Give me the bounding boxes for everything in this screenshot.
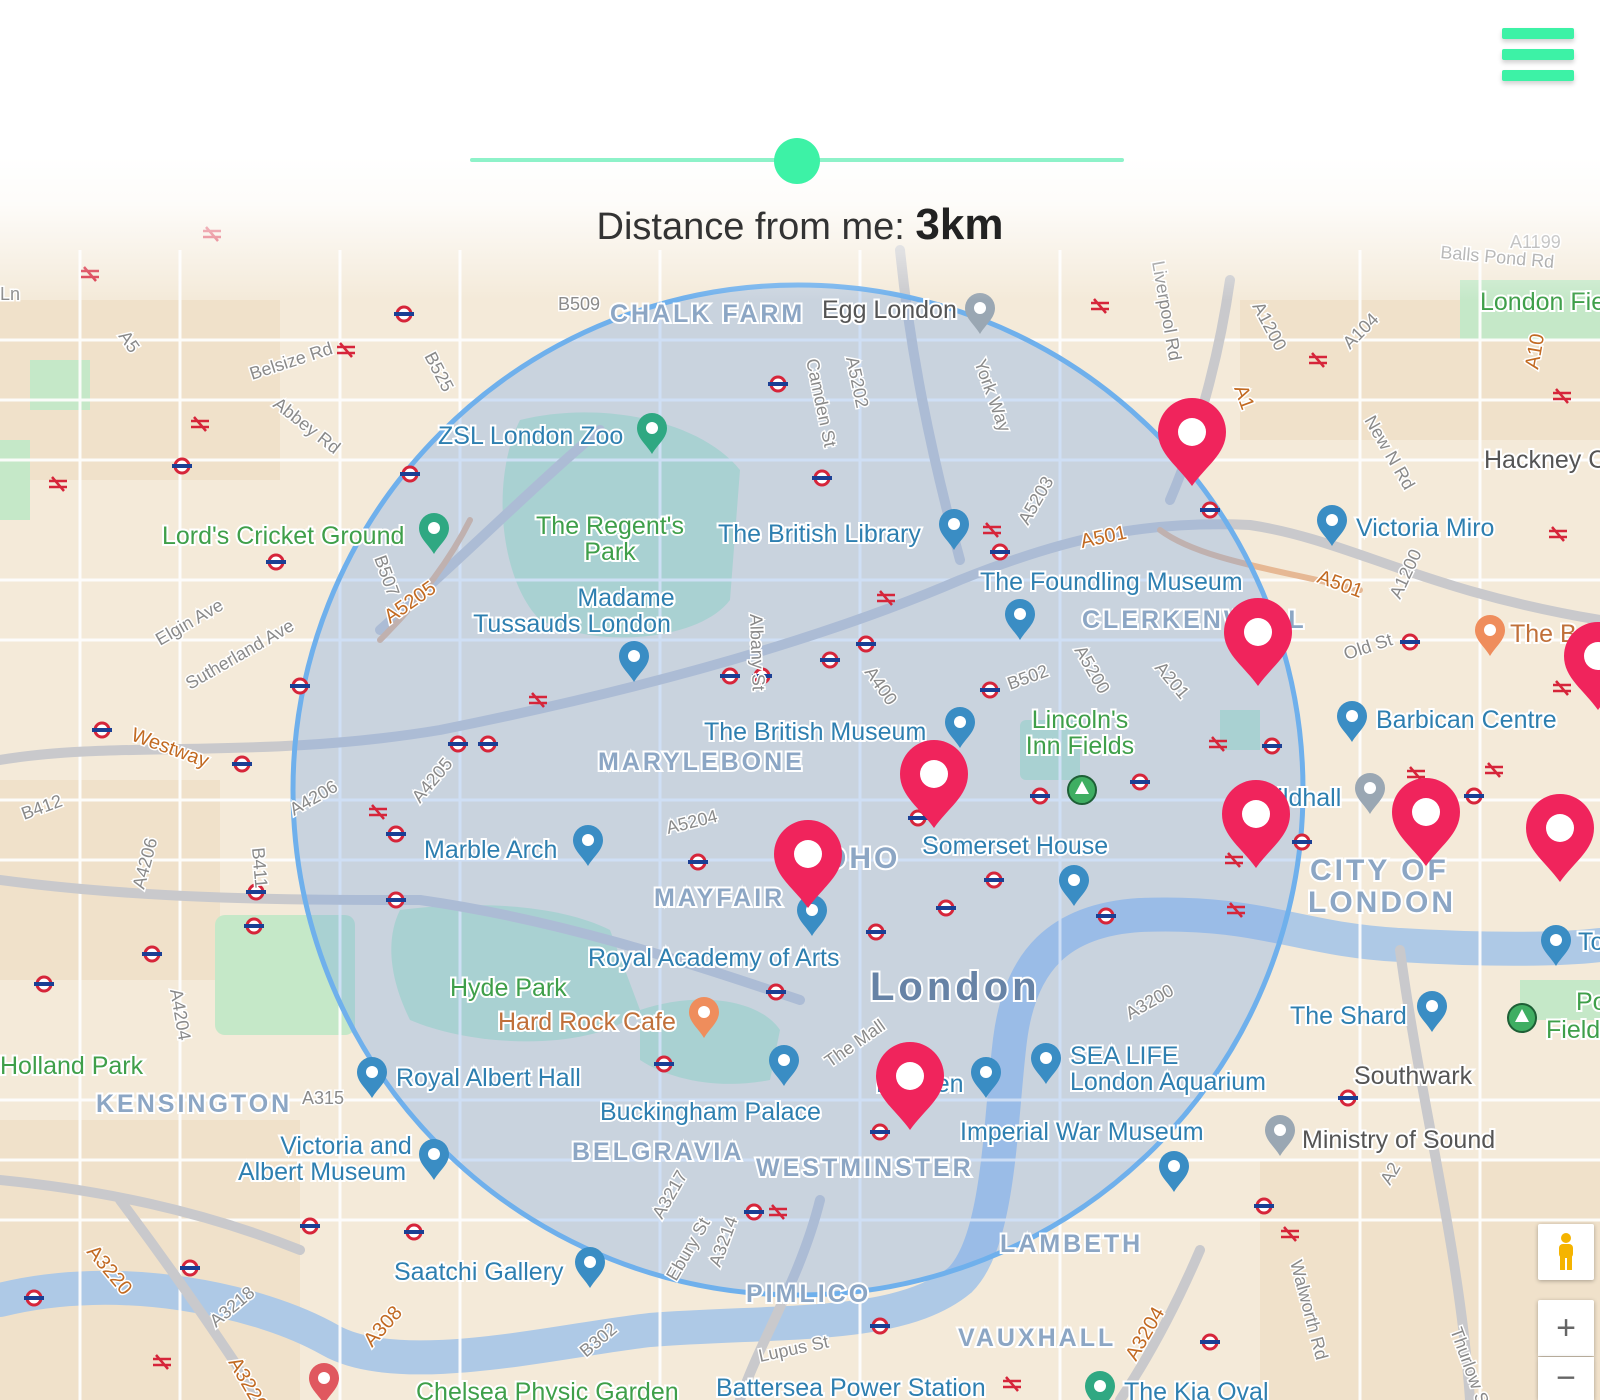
- place-label[interactable]: Royal Albert Hall: [394, 1062, 583, 1094]
- place-label[interactable]: Battersea Power Station: [714, 1372, 988, 1400]
- place-label[interactable]: Victoria Miro: [1354, 512, 1496, 544]
- place-label[interactable]: Lord's Cricket Ground: [160, 520, 406, 552]
- place-label[interactable]: Imperial War Museum: [958, 1116, 1206, 1148]
- place-label[interactable]: To: [1576, 926, 1600, 958]
- distance-readout: Distance from me: 3km: [0, 200, 1600, 250]
- minus-icon: −: [1556, 1359, 1576, 1397]
- road-label: Albany St: [746, 613, 769, 691]
- plus-icon: +: [1556, 1308, 1576, 1347]
- distance-label: Distance from me:: [596, 206, 905, 248]
- place-label[interactable]: The Foundling Museum: [978, 566, 1245, 598]
- place-label[interactable]: The Kia Oval: [1122, 1376, 1271, 1400]
- place-label[interactable]: Ministry of Sound: [1300, 1124, 1497, 1156]
- pegman-icon: [1559, 1233, 1573, 1270]
- menu-bar-icon: [1502, 70, 1574, 81]
- street-view-pegman-button[interactable]: [1538, 1224, 1594, 1280]
- place-label[interactable]: The Shard: [1288, 1000, 1409, 1032]
- district-label: CHALK FARM: [610, 300, 805, 328]
- district-label: WESTMINSTER: [756, 1154, 974, 1182]
- place-label[interactable]: Tussauds London: [471, 608, 673, 640]
- city-label: London: [870, 965, 1041, 1009]
- place-label[interactable]: SEA LIFE: [1068, 1040, 1180, 1072]
- place-label[interactable]: Hard Rock Cafe: [496, 1006, 678, 1038]
- menu-bar-icon: [1502, 49, 1574, 60]
- place-label[interactable]: Park: [582, 536, 638, 568]
- place-label[interactable]: Saatchi Gallery: [392, 1256, 566, 1288]
- park-marker-icon[interactable]: [1067, 775, 1097, 805]
- district-label: KENSINGTON: [96, 1090, 292, 1118]
- menu-button[interactable]: [1502, 28, 1574, 82]
- place-label[interactable]: Egg London: [820, 294, 959, 326]
- distance-slider[interactable]: [470, 136, 1124, 184]
- stadium-icon[interactable]: [1085, 1371, 1115, 1400]
- road-label: A315: [302, 1088, 344, 1108]
- place-label[interactable]: The British Library: [716, 518, 923, 550]
- place-label[interactable]: Lincoln's: [1030, 704, 1131, 736]
- district-label: LAMBETH: [1000, 1230, 1143, 1258]
- district-label: VAUXHALL: [958, 1324, 1116, 1352]
- park-marker-icon[interactable]: [1507, 1003, 1537, 1033]
- place-label[interactable]: Albert Museum: [236, 1156, 408, 1188]
- place-label[interactable]: Hyde Park: [448, 972, 569, 1004]
- place-label[interactable]: Southwark: [1352, 1060, 1475, 1092]
- place-label[interactable]: Hackney C: [1482, 444, 1600, 476]
- place-label[interactable]: Somerset House: [920, 830, 1110, 862]
- place-label[interactable]: The Regent's: [534, 510, 686, 542]
- place-label[interactable]: Madame: [575, 582, 676, 614]
- district-label: LONDON: [1308, 886, 1456, 919]
- distance-value: 3km: [915, 200, 1004, 249]
- zoom-out-button[interactable]: −: [1538, 1357, 1594, 1400]
- zoom-in-button[interactable]: +: [1538, 1300, 1594, 1356]
- place-label[interactable]: Buckingham Palace: [598, 1096, 823, 1128]
- place-label[interactable]: Po: [1574, 986, 1600, 1018]
- district-label: MAYFAIR: [654, 884, 785, 912]
- place-label[interactable]: Royal Academy of Arts: [586, 942, 842, 974]
- district-label: BELGRAVIA: [572, 1138, 744, 1166]
- place-label[interactable]: Chelsea Physic Garden: [414, 1376, 681, 1400]
- place-label[interactable]: Holland Park: [0, 1050, 146, 1082]
- place-label[interactable]: Victoria and: [278, 1130, 414, 1162]
- district-label: PIMLICO: [746, 1280, 871, 1308]
- road-label: B411: [248, 847, 271, 889]
- place-label[interactable]: The British Museum: [702, 716, 928, 748]
- place-label[interactable]: London Aquarium: [1068, 1066, 1268, 1098]
- slider-thumb[interactable]: [774, 138, 820, 184]
- place-label[interactable]: Barbican Centre: [1374, 704, 1559, 736]
- place-label[interactable]: Field: [1544, 1014, 1600, 1046]
- district-label: MARYLEBONE: [598, 748, 805, 776]
- menu-bar-icon: [1502, 28, 1574, 39]
- place-label[interactable]: Marble Arch: [422, 834, 559, 866]
- place-label[interactable]: Inn Fields: [1024, 730, 1136, 762]
- place-label[interactable]: ZSL London Zoo: [436, 420, 625, 452]
